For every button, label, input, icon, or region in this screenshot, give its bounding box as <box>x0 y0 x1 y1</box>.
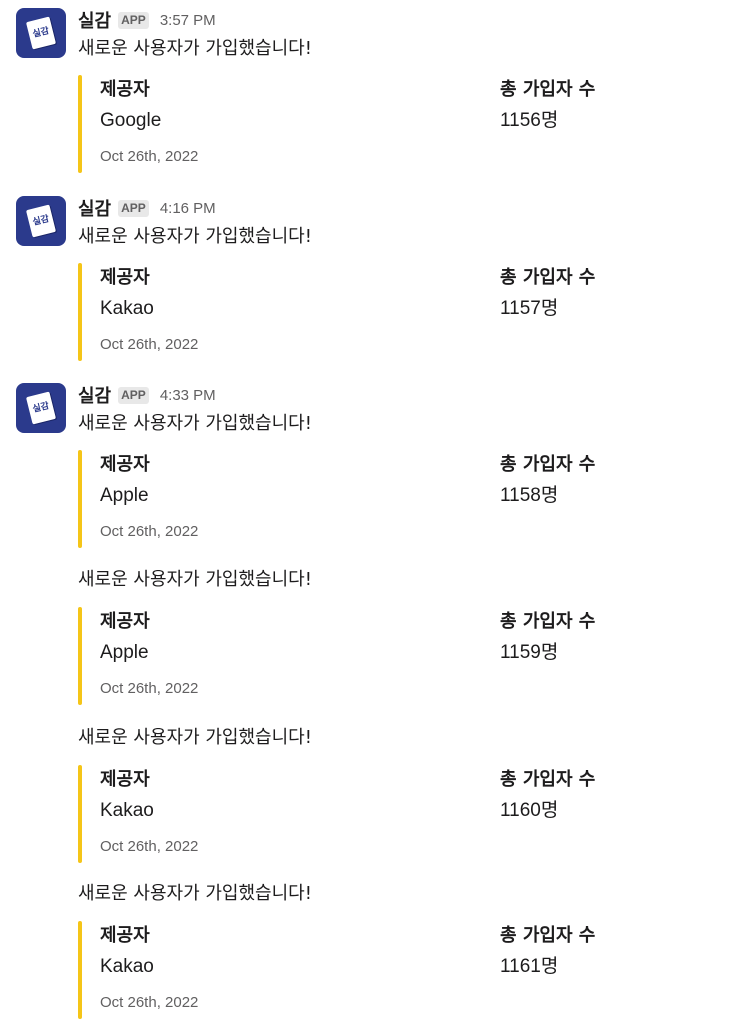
field-value-total-users: 1160명 <box>500 800 559 821</box>
app-avatar[interactable]: 실감 <box>16 8 66 58</box>
message-timestamp[interactable]: 4:33 PM <box>160 387 216 404</box>
app-badge: APP <box>118 11 149 29</box>
attachment: 제공자 Google 총 가입자 수 1156명 Oct 26th, 2022 <box>78 75 698 173</box>
message-text: 새로운 사용자가 가입했습니다! <box>78 883 312 904</box>
field-title-total-users: 총 가입자 수 <box>500 925 596 946</box>
sender-name[interactable]: 실감 <box>78 7 111 33</box>
field-value-provider: Apple <box>100 642 149 663</box>
attachment-color-bar <box>78 450 82 548</box>
avatar-logo-icon: 실감 <box>25 391 57 425</box>
avatar-logo-icon: 실감 <box>25 16 57 50</box>
message-text: 새로운 사용자가 가입했습니다! <box>78 727 312 748</box>
field-value-total-users: 1161명 <box>500 956 559 977</box>
app-avatar[interactable]: 실감 <box>16 196 66 246</box>
message-timestamp[interactable]: 3:57 PM <box>160 12 216 29</box>
app-avatar[interactable]: 실감 <box>16 383 66 433</box>
message-text: 새로운 사용자가 가입했습니다! <box>78 569 312 590</box>
attachment: 제공자 Apple 총 가입자 수 1158명 Oct 26th, 2022 <box>78 450 698 548</box>
attachment-footer-date: Oct 26th, 2022 <box>100 680 199 697</box>
field-value-provider: Apple <box>100 485 149 506</box>
attachment-color-bar <box>78 75 82 173</box>
attachment-color-bar <box>78 921 82 1019</box>
sender-name[interactable]: 실감 <box>78 382 111 408</box>
message-text: 새로운 사용자가 가입했습니다! <box>78 413 312 434</box>
attachment-footer-date: Oct 26th, 2022 <box>100 148 199 165</box>
field-title-total-users: 총 가입자 수 <box>500 611 596 632</box>
field-title-total-users: 총 가입자 수 <box>500 267 596 288</box>
attachment: 제공자 Kakao 총 가입자 수 1161명 Oct 26th, 2022 <box>78 921 698 1019</box>
attachment-footer-date: Oct 26th, 2022 <box>100 336 199 353</box>
attachment-color-bar <box>78 607 82 705</box>
field-value-total-users: 1157명 <box>500 298 559 319</box>
field-value-total-users: 1159명 <box>500 642 559 663</box>
avatar-logo-icon: 실감 <box>25 204 57 238</box>
field-title-provider: 제공자 <box>100 454 150 475</box>
message-text: 새로운 사용자가 가입했습니다! <box>78 38 312 59</box>
attachment-footer-date: Oct 26th, 2022 <box>100 523 199 540</box>
app-badge: APP <box>118 386 149 404</box>
field-title-provider: 제공자 <box>100 611 150 632</box>
field-title-provider: 제공자 <box>100 769 150 790</box>
field-title-total-users: 총 가입자 수 <box>500 79 596 100</box>
field-title-provider: 제공자 <box>100 79 150 100</box>
message-timestamp[interactable]: 4:16 PM <box>160 200 216 217</box>
attachment: 제공자 Kakao 총 가입자 수 1160명 Oct 26th, 2022 <box>78 765 698 863</box>
attachment-footer-date: Oct 26th, 2022 <box>100 838 199 855</box>
message-header: 실감 APP 4:16 PM <box>78 196 216 220</box>
app-badge: APP <box>118 199 149 217</box>
field-title-total-users: 총 가입자 수 <box>500 454 596 475</box>
field-value-total-users: 1158명 <box>500 485 559 506</box>
attachment-footer-date: Oct 26th, 2022 <box>100 994 199 1011</box>
field-title-provider: 제공자 <box>100 267 150 288</box>
message-text: 새로운 사용자가 가입했습니다! <box>78 226 312 247</box>
field-value-total-users: 1156명 <box>500 110 559 131</box>
message-header: 실감 APP 4:33 PM <box>78 383 216 407</box>
attachment-color-bar <box>78 263 82 361</box>
field-title-total-users: 총 가입자 수 <box>500 769 596 790</box>
attachment: 제공자 Kakao 총 가입자 수 1157명 Oct 26th, 2022 <box>78 263 698 361</box>
field-value-provider: Kakao <box>100 800 154 821</box>
field-title-provider: 제공자 <box>100 925 150 946</box>
field-value-provider: Google <box>100 110 162 131</box>
field-value-provider: Kakao <box>100 956 154 977</box>
sender-name[interactable]: 실감 <box>78 195 111 221</box>
attachment-color-bar <box>78 765 82 863</box>
message-header: 실감 APP 3:57 PM <box>78 8 216 32</box>
attachment: 제공자 Apple 총 가입자 수 1159명 Oct 26th, 2022 <box>78 607 698 705</box>
field-value-provider: Kakao <box>100 298 154 319</box>
